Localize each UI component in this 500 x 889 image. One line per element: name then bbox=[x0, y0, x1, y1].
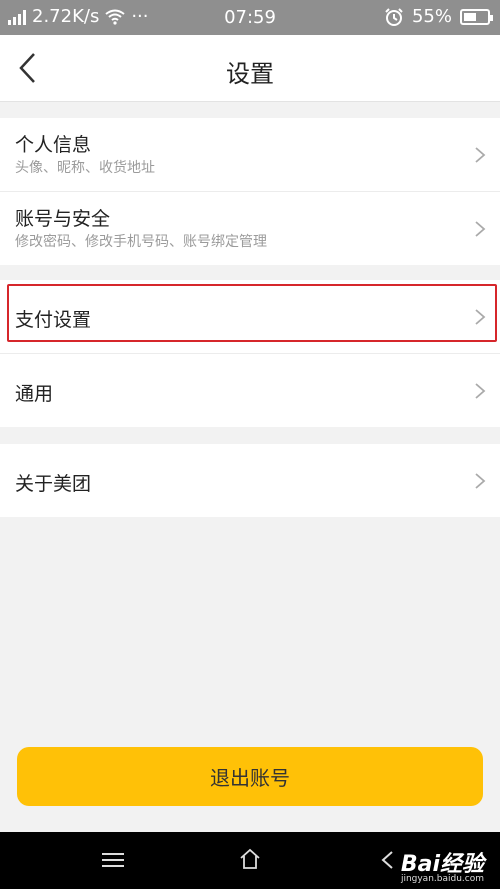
item-subtitle: 修改密码、修改手机号码、账号绑定管理 bbox=[15, 234, 267, 250]
item-label: 关于美团 bbox=[15, 473, 92, 495]
chevron-right-icon bbox=[475, 147, 486, 163]
chevron-right-icon bbox=[475, 383, 486, 399]
battery-percent: 55% bbox=[411, 6, 452, 27]
item-subtitle: 头像、昵称、收货地址 bbox=[15, 160, 155, 176]
status-bar: 2.72K/s ··· 07:59 55% bbox=[0, 0, 500, 35]
navigation-header: 设置 bbox=[0, 35, 500, 102]
page-title: 设置 bbox=[226, 60, 274, 88]
settings-group-account: 个人信息 头像、昵称、收货地址 账号与安全 修改密码、修改手机号码、账号绑定管理 bbox=[0, 118, 500, 265]
home-icon[interactable] bbox=[238, 847, 262, 871]
item-label: 通用 bbox=[15, 383, 54, 405]
highlight-box bbox=[7, 284, 497, 342]
logout-button[interactable]: 退出账号 bbox=[17, 747, 483, 806]
settings-group-about: 关于美团 bbox=[0, 444, 500, 517]
system-nav-bar: Bai经验 jingyan.baidu.com bbox=[0, 832, 500, 889]
settings-item-personal-info[interactable]: 个人信息 头像、昵称、收货地址 bbox=[0, 118, 500, 192]
nav-back-icon[interactable] bbox=[378, 849, 398, 871]
settings-item-general[interactable]: 通用 bbox=[0, 354, 500, 427]
chevron-right-icon bbox=[475, 221, 486, 237]
chevron-right-icon bbox=[475, 473, 486, 489]
item-label: 个人信息 bbox=[15, 134, 92, 156]
item-label: 账号与安全 bbox=[15, 208, 111, 230]
status-right: 55% bbox=[384, 6, 493, 27]
alarm-icon bbox=[385, 7, 403, 26]
settings-item-about[interactable]: 关于美团 bbox=[0, 444, 500, 517]
battery-icon bbox=[460, 8, 493, 25]
watermark-logo: Bai经验 jingyan.baidu.com bbox=[401, 846, 484, 884]
watermark-domain: jingyan.baidu.com bbox=[400, 874, 484, 884]
settings-item-account-security[interactable]: 账号与安全 修改密码、修改手机号码、账号绑定管理 bbox=[0, 192, 500, 265]
menu-icon[interactable] bbox=[102, 853, 124, 867]
